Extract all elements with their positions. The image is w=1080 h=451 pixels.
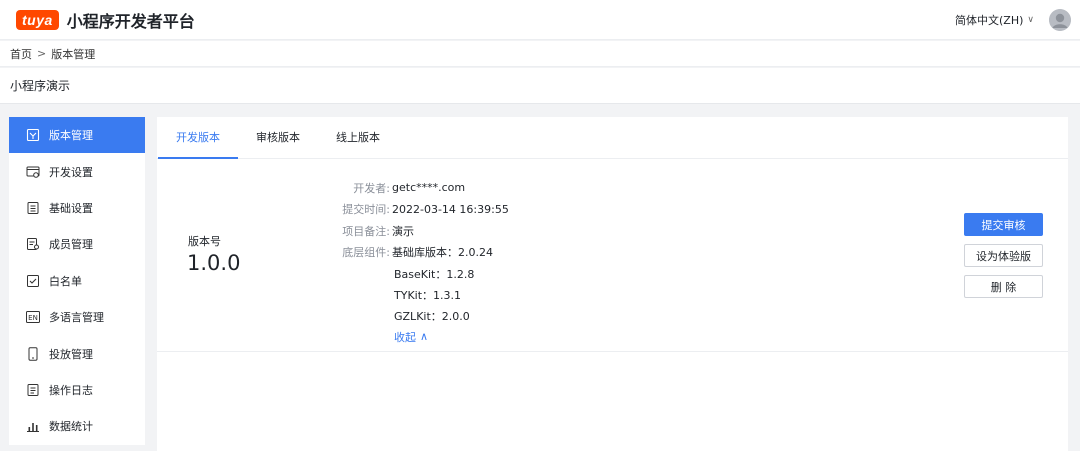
- version-info: 开发者: getc****.com 提交时间: 2022-03-14 16:39…: [327, 177, 509, 347]
- note-key: 项目备注:: [342, 224, 390, 238]
- member-icon: [25, 236, 41, 252]
- basic-settings-icon: [25, 200, 41, 216]
- set-trial-button[interactable]: 设为体验版: [964, 244, 1043, 267]
- version-icon: [25, 127, 41, 143]
- component-basekit: BaseKit：1.2.8: [394, 267, 475, 281]
- component-gzlkit: GZLKit：2.0.0: [394, 309, 470, 323]
- component-base-lib: 基础库版本：2.0.24: [392, 246, 493, 260]
- sidebar-item-label: 基础设置: [49, 201, 93, 215]
- developer-value: getc****.com: [392, 181, 466, 195]
- phone-icon: [25, 346, 41, 362]
- breadcrumb-home[interactable]: 首页: [10, 46, 32, 62]
- tuya-logo[interactable]: tuya: [16, 9, 59, 30]
- submit-time-row: 提交时间: 2022-03-14 16:39:55: [327, 199, 509, 221]
- developer-key: 开发者:: [353, 181, 390, 195]
- sidebar-item-dev-settings[interactable]: 开发设置: [9, 153, 145, 189]
- sidebar-item-release[interactable]: 投放管理: [9, 335, 145, 371]
- language-icon: EN: [25, 309, 41, 325]
- submit-time-key: 提交时间:: [342, 203, 390, 217]
- language-selector[interactable]: 简体中文(ZH) ∨: [955, 12, 1034, 28]
- page-title: 小程序演示: [10, 79, 71, 93]
- component-tykit: TYKit：1.3.1: [394, 288, 462, 302]
- dev-settings-icon: [25, 164, 41, 180]
- sidebar-item-label: 投放管理: [49, 347, 93, 361]
- submit-review-button[interactable]: 提交审核: [964, 213, 1043, 236]
- whitelist-icon: [25, 273, 41, 289]
- breadcrumb-separator: >: [37, 47, 47, 60]
- collapse-label: 收起: [394, 330, 416, 344]
- note-value: 演示: [392, 224, 414, 238]
- sidebar-item-label: 多语言管理: [49, 311, 104, 325]
- tab-review-version[interactable]: 审核版本: [238, 116, 318, 158]
- sidebar-item-members[interactable]: 成员管理: [9, 226, 145, 262]
- sidebar-item-whitelist[interactable]: 白名单: [9, 263, 145, 299]
- components-row: 底层组件: 基础库版本：2.0.24: [327, 242, 509, 264]
- divider: [157, 351, 1068, 352]
- svg-text:EN: EN: [28, 314, 38, 322]
- sidebar-item-basic-settings[interactable]: 基础设置: [9, 190, 145, 226]
- chevron-up-icon: ∧: [420, 330, 429, 343]
- tab-dev-version[interactable]: 开发版本: [158, 116, 238, 159]
- language-label: 简体中文(ZH): [955, 14, 1024, 27]
- components-key: 底层组件:: [342, 246, 390, 260]
- sidebar-item-version[interactable]: 版本管理: [9, 117, 145, 154]
- sidebar-item-stats[interactable]: 数据统计: [9, 408, 145, 444]
- sidebar: 版本管理 开发设置 基础设置 成员管理 白名单 EN 多语言管理 投放管理 操作…: [9, 117, 145, 445]
- avatar[interactable]: [1049, 9, 1071, 31]
- breadcrumb: 首页 > 版本管理: [0, 41, 1080, 67]
- sidebar-item-logs[interactable]: 操作日志: [9, 372, 145, 408]
- sidebar-item-label: 操作日志: [49, 383, 93, 397]
- page-title-bar: 小程序演示: [0, 68, 1080, 104]
- sidebar-item-label: 成员管理: [49, 238, 93, 252]
- breadcrumb-current: 版本管理: [51, 47, 96, 61]
- version-number: 1.0.0: [187, 251, 241, 275]
- tab-online-version[interactable]: 线上版本: [318, 116, 398, 158]
- submit-time-value: 2022-03-14 16:39:55: [392, 202, 509, 216]
- developer-row: 开发者: getc****.com: [327, 177, 509, 199]
- version-label: 版本号: [188, 235, 221, 248]
- version-tabs: 开发版本 审核版本 线上版本: [157, 117, 1068, 159]
- sidebar-item-label: 数据统计: [49, 420, 93, 434]
- collapse-link[interactable]: 收起 ∧: [327, 326, 509, 347]
- top-bar: tuya 小程序开发者平台 简体中文(ZH) ∨: [0, 0, 1080, 40]
- sidebar-item-label: 版本管理: [49, 129, 93, 143]
- user-avatar-icon: [1049, 9, 1071, 31]
- app-title: 小程序开发者平台: [66, 11, 195, 31]
- stats-icon: [25, 418, 41, 434]
- main-panel: 开发版本 审核版本 线上版本 版本号 1.0.0 开发者: getc****.c…: [157, 117, 1068, 451]
- sidebar-item-languages[interactable]: EN 多语言管理: [9, 299, 145, 335]
- chevron-down-icon: ∨: [1027, 15, 1034, 25]
- log-icon: [25, 382, 41, 398]
- delete-button[interactable]: 删 除: [964, 275, 1043, 298]
- sidebar-item-label: 白名单: [49, 274, 82, 288]
- note-row: 项目备注: 演示: [327, 220, 509, 242]
- sidebar-item-label: 开发设置: [49, 165, 93, 179]
